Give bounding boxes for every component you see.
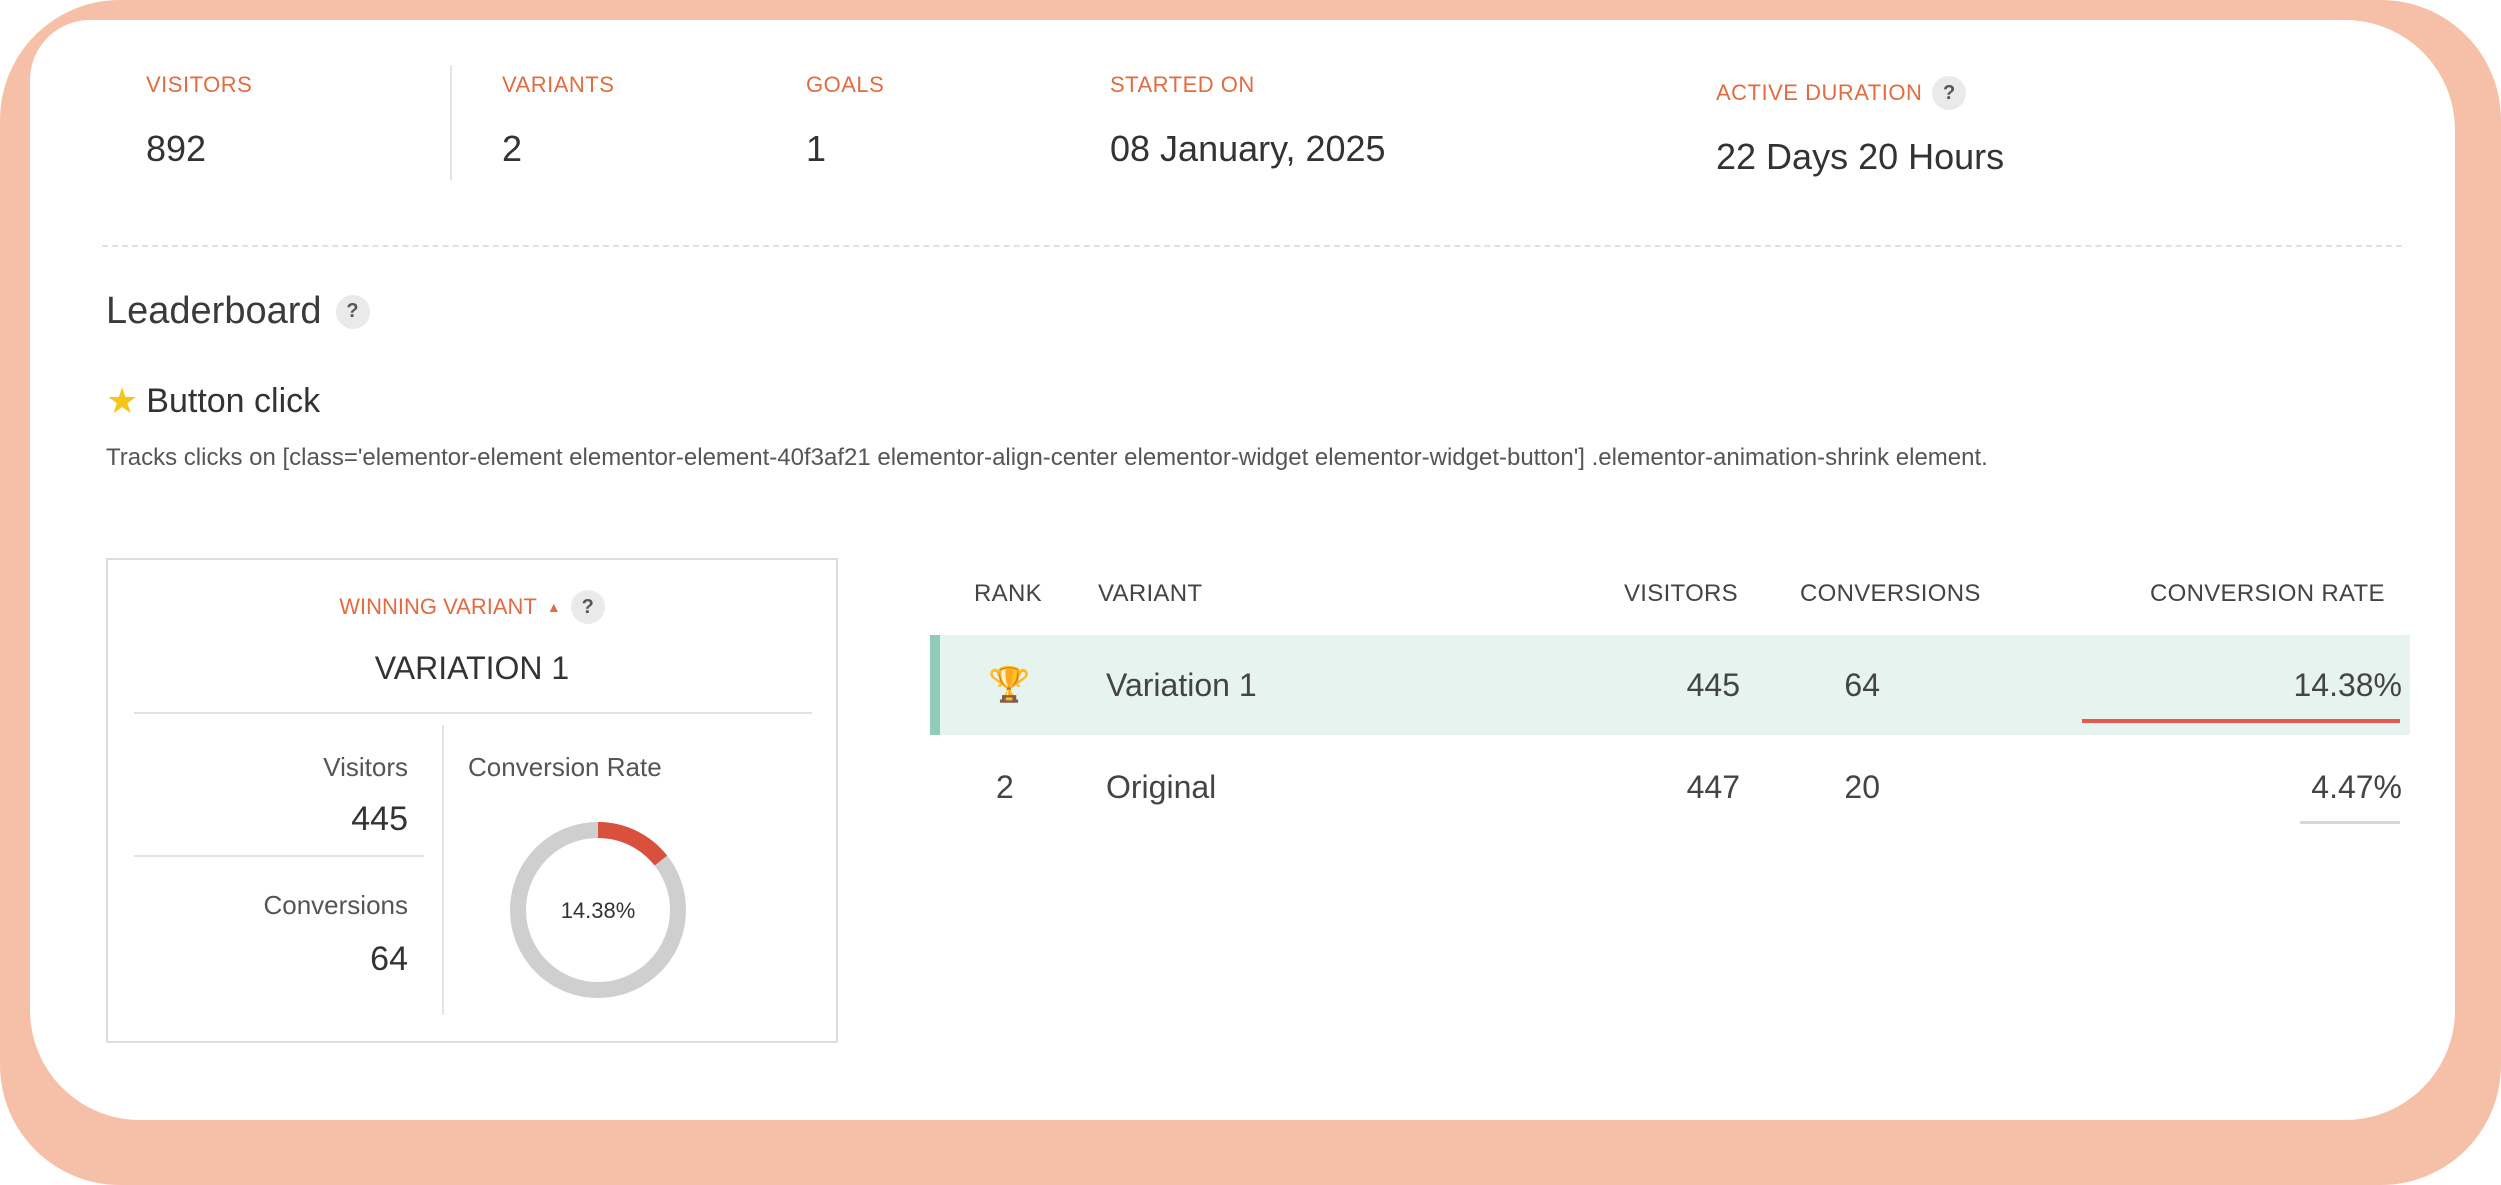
row-variant: Original [1106, 769, 1217, 805]
col-rate-header: CONVERSION RATE [2150, 580, 2385, 607]
winning-variant-label: WINNING VARIANT [339, 594, 537, 619]
divider [450, 65, 452, 180]
star-icon: ★ [106, 380, 139, 421]
goal-title: ★ Button click [106, 380, 320, 422]
table-row[interactable]: 🏆 Variation 1 445 64 14.38% [930, 635, 2410, 735]
donut-label: 14.38% [561, 898, 636, 923]
col-visitors-header: VISITORS [1624, 580, 1738, 607]
stats-bar: VISITORS 892 VARIANTS 2 GOALS 1 STARTED … [30, 20, 2455, 220]
winning-variant-panel: WINNING VARIANT ▲ ? VARIATION 1 Visitors… [106, 558, 838, 1043]
section-divider [102, 245, 2402, 247]
goal-description: Tracks clicks on [class='elementor-eleme… [106, 444, 1988, 471]
experiment-card: VISITORS 892 VARIANTS 2 GOALS 1 STARTED … [30, 20, 2455, 1120]
row-visitors: 447 [1686, 769, 1740, 805]
stat-variants: VARIANTS 2 [502, 72, 614, 170]
help-icon[interactable]: ? [335, 294, 370, 329]
row-visitors: 445 [1686, 667, 1740, 703]
row-conversions: 20 [1844, 769, 1880, 805]
row-rank: 2 [996, 769, 1014, 805]
stat-duration-value: 22 Days 20 Hours [1716, 136, 2005, 177]
triangle-icon: ▲ [546, 599, 561, 615]
stat-visitors: VISITORS 892 [146, 72, 252, 170]
winning-rate-label: Conversion Rate [468, 752, 662, 782]
winning-conversions-value: 64 [370, 940, 408, 978]
stat-visitors-value: 892 [146, 128, 207, 169]
winning-conversions-label: Conversions [263, 890, 408, 920]
stat-goals: GOALS 1 [806, 72, 884, 170]
stat-goals-value: 1 [806, 128, 827, 169]
help-icon[interactable]: ? [570, 590, 605, 624]
winning-variant-label-row: WINNING VARIANT ▲ ? [108, 590, 836, 624]
winning-visitors-value: 445 [351, 800, 408, 838]
stat-goals-label: GOALS [806, 72, 885, 97]
rate-underline [2082, 719, 2400, 723]
divider [442, 725, 444, 1015]
col-rank-header: RANK [974, 580, 1042, 607]
row-variant: Variation 1 [1106, 667, 1257, 703]
stat-duration-label-row: ACTIVE DURATION ? [1716, 76, 2004, 110]
stat-started-label: STARTED ON [1110, 72, 1255, 97]
col-conversions-header: CONVERSIONS [1800, 580, 1981, 607]
stat-duration-label: ACTIVE DURATION [1716, 80, 1923, 105]
winner-indicator [930, 635, 940, 735]
goal-title-text: Button click [146, 381, 321, 420]
stat-started-value: 08 January, 2025 [1110, 128, 1386, 169]
divider [134, 712, 812, 714]
winning-variant-name: VARIATION 1 [374, 650, 570, 686]
stat-visitors-label: VISITORS [146, 72, 253, 97]
stat-variants-label: VARIANTS [502, 72, 615, 97]
row-rate: 4.47% [2311, 769, 2402, 805]
divider [134, 855, 424, 857]
leaderboard-title-text: Leaderboard [106, 290, 322, 332]
row-conversions: 64 [1844, 667, 1880, 703]
row-rate: 14.38% [2293, 667, 2402, 703]
stat-active-duration: ACTIVE DURATION ? 22 Days 20 Hours [1716, 76, 2004, 178]
conversion-rate-donut: 14.38% [510, 822, 686, 998]
rate-underline [2300, 821, 2400, 824]
help-icon[interactable]: ? [1932, 76, 1967, 110]
stat-started-on: STARTED ON 08 January, 2025 [1110, 72, 1386, 170]
stat-variants-value: 2 [502, 128, 523, 169]
leaderboard-title: Leaderboard ? [106, 290, 370, 333]
col-variant-header: VARIANT [1098, 580, 1203, 607]
table-row[interactable]: 2 Original 447 20 4.47% [930, 735, 2410, 835]
winning-visitors-label: Visitors [323, 752, 408, 782]
trophy-icon: 🏆 [988, 666, 1031, 704]
